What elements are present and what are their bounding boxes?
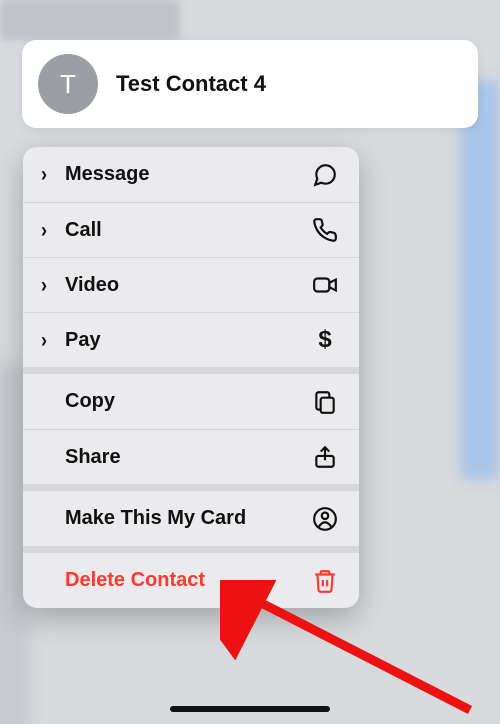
contact-header-card[interactable]: T Test Contact 4 — [22, 40, 478, 128]
trash-icon — [311, 568, 339, 594]
menu-item-call[interactable]: › Call — [23, 202, 359, 257]
speech-bubble-icon — [311, 162, 339, 188]
menu-label: Make This My Card — [65, 507, 311, 530]
menu-item-share[interactable]: Share — [23, 429, 359, 484]
chevron-right-icon: › — [41, 272, 55, 297]
copy-icon — [311, 389, 339, 415]
chevron-right-icon: › — [41, 162, 55, 187]
avatar: T — [38, 54, 98, 114]
menu-label: Pay — [65, 329, 311, 352]
menu-group-card: Make This My Card — [23, 484, 359, 546]
menu-label: Video — [65, 274, 311, 297]
chevron-right-icon: › — [41, 327, 55, 352]
menu-group-delete: Delete Contact — [23, 546, 359, 608]
share-icon — [311, 444, 339, 470]
menu-group-share: Copy Share — [23, 367, 359, 484]
menu-item-copy[interactable]: Copy — [23, 374, 359, 429]
menu-label: Delete Contact — [65, 569, 311, 592]
menu-item-delete-contact[interactable]: Delete Contact — [23, 553, 359, 608]
contact-name: Test Contact 4 — [116, 71, 266, 97]
menu-label: Copy — [65, 390, 311, 413]
menu-item-pay[interactable]: › Pay $ — [23, 312, 359, 367]
phone-icon — [311, 217, 339, 243]
menu-group-actions: › Message › Call › Video › Pay $ — [23, 147, 359, 367]
menu-item-message[interactable]: › Message — [23, 147, 359, 202]
menu-item-video[interactable]: › Video — [23, 257, 359, 312]
menu-label: Message — [65, 163, 311, 186]
context-menu: › Message › Call › Video › Pay $ — [23, 147, 359, 608]
person-circle-icon — [311, 506, 339, 532]
avatar-initial: T — [60, 69, 76, 100]
chevron-right-icon: › — [41, 217, 55, 242]
video-icon — [311, 272, 339, 298]
menu-label: Call — [65, 219, 311, 242]
menu-label: Share — [65, 446, 311, 469]
home-indicator[interactable] — [170, 706, 330, 712]
dollar-icon: $ — [311, 326, 339, 354]
menu-item-make-my-card[interactable]: Make This My Card — [23, 491, 359, 546]
